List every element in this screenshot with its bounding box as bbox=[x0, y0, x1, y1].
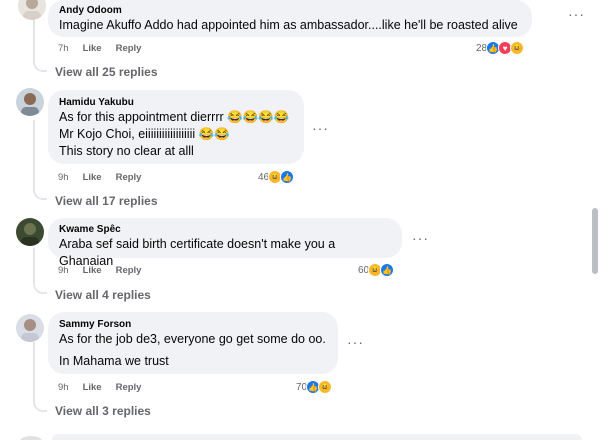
comment-time[interactable]: 9h bbox=[58, 382, 69, 393]
comment-time[interactable]: 9h bbox=[58, 265, 69, 276]
thread-line bbox=[33, 248, 35, 284]
haha-icon: 😆 bbox=[510, 41, 525, 55]
avatar[interactable] bbox=[16, 314, 44, 342]
thread-corner bbox=[33, 188, 47, 200]
more-options-icon[interactable]: ··· bbox=[347, 334, 364, 350]
comment-text: In Mahama we trust bbox=[59, 354, 169, 368]
reaction-summary[interactable]: 70 👍 😆 bbox=[296, 380, 333, 394]
like-button[interactable]: Like bbox=[83, 43, 102, 54]
comment-text: Mr Kojo Choi, eiiiiiiiiiiiiiiiiii 😂😂 bbox=[59, 127, 230, 141]
view-replies-link[interactable]: View all 25 replies bbox=[55, 65, 158, 79]
avatar[interactable] bbox=[18, 0, 46, 20]
thread-corner bbox=[33, 60, 47, 72]
comment-actions: 9h Like Reply bbox=[58, 172, 141, 183]
like-button[interactable]: Like bbox=[83, 172, 102, 183]
like-button[interactable]: Like bbox=[83, 382, 102, 393]
like-button[interactable]: Like bbox=[83, 265, 102, 276]
view-replies-link[interactable]: View all 3 replies bbox=[55, 404, 151, 418]
thread-line bbox=[33, 342, 35, 402]
haha-icon: 😆 bbox=[318, 380, 333, 394]
comment-bubble: Andy Odoom Imagine Akuffo Addo had appoi… bbox=[48, 0, 532, 37]
reply-button[interactable]: Reply bbox=[116, 265, 142, 276]
comment-actions: 9h Like Reply bbox=[58, 265, 141, 276]
avatar[interactable] bbox=[16, 218, 44, 246]
comment-time[interactable]: 9h bbox=[58, 172, 69, 183]
reply-button[interactable]: Reply bbox=[116, 43, 142, 54]
comment-author[interactable]: Hamidu Yakubu bbox=[59, 96, 293, 109]
comment-text: As for the job de3, everyone go get some… bbox=[59, 332, 326, 346]
thread-line bbox=[33, 120, 35, 190]
avatar[interactable] bbox=[20, 436, 42, 440]
reaction-summary[interactable]: 60 😆 👍 bbox=[358, 263, 395, 277]
view-replies-link[interactable]: View all 17 replies bbox=[55, 194, 158, 208]
reaction-summary[interactable]: 46 😆 👍 bbox=[258, 170, 295, 184]
comment-text: Imagine Akuffo Addo had appointed him as… bbox=[59, 18, 518, 32]
comment-text: This story no clear at alll bbox=[59, 144, 194, 158]
comment-author[interactable]: Andy Odoom bbox=[59, 4, 521, 17]
comment-actions: 7h Like Reply bbox=[58, 43, 141, 54]
more-options-icon[interactable]: ··· bbox=[412, 230, 429, 246]
comment-bubble: Hamidu Yakubu As for this appointment di… bbox=[48, 90, 304, 164]
scrollbar-thumb[interactable] bbox=[592, 208, 598, 274]
comment-text: As for this appointment dierrrr 😂😂😂😂 bbox=[59, 110, 290, 124]
comment-author[interactable]: Sammy Forson bbox=[59, 318, 327, 331]
reaction-summary[interactable]: 28 👍 ♥ 😆 bbox=[476, 41, 525, 55]
view-replies-link[interactable]: View all 4 replies bbox=[55, 288, 151, 302]
avatar[interactable] bbox=[16, 88, 44, 116]
more-options-icon[interactable]: ··· bbox=[568, 6, 585, 22]
like-icon: 👍 bbox=[280, 170, 295, 184]
more-options-icon[interactable]: ··· bbox=[312, 120, 329, 136]
like-icon: 👍 bbox=[380, 263, 395, 277]
comment-bubble: Kwame Spêc Araba sef said birth certific… bbox=[48, 218, 402, 268]
comment-actions: 9h Like Reply bbox=[58, 382, 141, 393]
comment-bubble: Sammy Forson As for the job de3, everyon… bbox=[48, 312, 338, 374]
thread-corner bbox=[33, 282, 47, 294]
comment-author[interactable]: Kwame Spêc bbox=[59, 223, 391, 236]
reply-button[interactable]: Reply bbox=[116, 382, 142, 393]
comment-bubble bbox=[52, 434, 582, 440]
reply-button[interactable]: Reply bbox=[116, 172, 142, 183]
comment-time[interactable]: 7h bbox=[58, 43, 69, 54]
thread-corner bbox=[33, 400, 47, 412]
